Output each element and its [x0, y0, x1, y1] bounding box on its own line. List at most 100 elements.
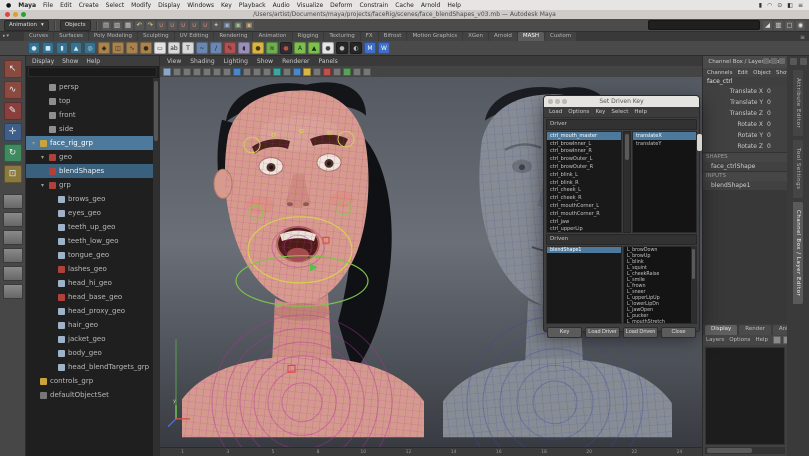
dialog-menu-load[interactable]: Load: [549, 109, 562, 115]
timeline-tick-16[interactable]: 16: [476, 450, 521, 455]
channel-box-menu-object[interactable]: Object: [753, 70, 771, 76]
timeline-tick-24[interactable]: 24: [657, 450, 702, 455]
outliner-menu-show[interactable]: Show: [62, 58, 78, 65]
move-tool[interactable]: ✛: [4, 123, 22, 141]
layer-menu-layers[interactable]: Layers: [706, 337, 724, 343]
layout-uv-persp[interactable]: [3, 284, 23, 299]
outliner-item-jacket_geo[interactable]: jacket_geo: [26, 332, 159, 346]
channel-attribute-row[interactable]: Translate Y0: [703, 97, 787, 108]
expander-icon[interactable]: ▾: [39, 154, 46, 161]
sculpt-tool-icon[interactable]: ◖: [238, 42, 250, 54]
layer-menu-options[interactable]: Options: [729, 337, 750, 343]
channel-attribute-value[interactable]: 0: [767, 99, 787, 106]
shelf-tab-fx[interactable]: FX: [361, 32, 378, 41]
outliner-item-tongue_geo[interactable]: tongue_geo: [26, 248, 159, 262]
quick-entry-field[interactable]: [648, 20, 760, 30]
dialog-title-bar[interactable]: Set Driven Key: [544, 96, 699, 107]
timeline-tick-22[interactable]: 22: [612, 450, 657, 455]
driven-list-scrollbar[interactable]: [691, 247, 696, 323]
grid-icon[interactable]: [233, 68, 241, 76]
gear-icon[interactable]: [800, 58, 807, 65]
xray-icon[interactable]: [353, 68, 361, 76]
outliner-item-head_base_geo[interactable]: head_base_geo: [26, 290, 159, 304]
channel-attribute-value[interactable]: 0: [767, 143, 787, 150]
arnold-render-icon[interactable]: A: [294, 42, 306, 54]
cube-icon[interactable]: ■: [42, 42, 54, 54]
timeline-tick-14[interactable]: 14: [431, 450, 476, 455]
timeline-tick-1[interactable]: 1: [160, 450, 205, 455]
driver-object-row[interactable]: ctrl_browOuter_R: [547, 163, 621, 171]
outliner-item-grp[interactable]: ▾grp: [26, 178, 159, 192]
shelf-tab-xgen[interactable]: XGen: [463, 32, 488, 41]
macbar-menu-create[interactable]: Create: [79, 2, 99, 9]
macbar-menu-arnold[interactable]: Arnold: [421, 2, 440, 9]
menu-set-dropdown[interactable]: Animation ▾: [4, 20, 49, 31]
shelf-tab-surfaces[interactable]: Surfaces: [54, 32, 88, 41]
driver-object-row[interactable]: ctrl_blink_R: [547, 179, 621, 187]
driver-object-row[interactable]: ctrl_browOuter_L: [547, 155, 621, 163]
channel-box-menu-channels[interactable]: Channels: [707, 70, 732, 76]
shelf-tab-custom[interactable]: Custom: [545, 32, 576, 41]
shaded-mode-icon[interactable]: [313, 68, 321, 76]
select-tool[interactable]: ↖: [4, 60, 22, 78]
soccer-ball-icon[interactable]: ●: [140, 42, 152, 54]
driver-object-row[interactable]: ctrl_blink_L: [547, 171, 621, 179]
channel-attribute-row[interactable]: Translate Z0: [703, 108, 787, 119]
redo-icon[interactable]: ↷: [146, 21, 155, 30]
use-all-lights-icon[interactable]: [333, 68, 341, 76]
outliner-item-brows_geo[interactable]: brows_geo: [26, 192, 159, 206]
plane-icon[interactable]: ▭: [154, 42, 166, 54]
save-scene-icon[interactable]: ▦: [124, 21, 133, 30]
layer-list[interactable]: [705, 347, 785, 445]
white-sphere-icon[interactable]: ●: [322, 42, 334, 54]
type-tool-icon[interactable]: T: [182, 42, 194, 54]
text-tool-icon[interactable]: ab: [168, 42, 180, 54]
shape-node-item[interactable]: face_ctrlShape: [703, 162, 787, 171]
cv-curve-icon[interactable]: ~: [196, 42, 208, 54]
channel-attribute-row[interactable]: Rotate Z0: [703, 141, 787, 152]
shelf-tab-mash[interactable]: MASH: [518, 32, 544, 41]
workspace-icon[interactable]: ▥: [774, 21, 783, 30]
apple-menu-icon[interactable]: ●: [6, 2, 11, 9]
channel-attribute-value[interactable]: 0: [767, 88, 787, 95]
shelf-tab-bifrost[interactable]: Bifrost: [379, 32, 407, 41]
driver-object-row[interactable]: ctrl_cheek_R: [547, 194, 621, 202]
macbar-menu-display[interactable]: Display: [158, 2, 180, 9]
xgen-icon[interactable]: ≋: [266, 42, 278, 54]
macbar-menu-key[interactable]: Key: [221, 2, 232, 9]
macbar-menu-playback[interactable]: Playback: [239, 2, 266, 9]
move-layer-up-icon[interactable]: [773, 336, 781, 344]
resolution-gate-icon[interactable]: [253, 68, 261, 76]
channel-box-object-name[interactable]: face_ctrl: [703, 77, 787, 86]
search-icon[interactable]: ⊙: [777, 2, 782, 9]
open-scene-icon[interactable]: ▧: [113, 21, 122, 30]
shelf-tab-uv-editing[interactable]: UV Editing: [175, 32, 214, 41]
outliner-item-head_proxy_geo[interactable]: head_proxy_geo: [26, 304, 159, 318]
outliner-item-teeth_low_geo[interactable]: teeth_low_geo: [26, 234, 159, 248]
pin-icon[interactable]: [763, 58, 769, 64]
dialog-menu-select[interactable]: Select: [611, 109, 628, 115]
shelf-tab-animation[interactable]: Animation: [253, 32, 291, 41]
macbar-menu-modify[interactable]: Modify: [131, 2, 151, 9]
viewport-menu-shading[interactable]: Shading: [190, 58, 214, 65]
shelf-tab-poly-modeling[interactable]: Poly Modeling: [89, 32, 137, 41]
driver-object-row[interactable]: ctrl_browInner_R: [547, 148, 621, 156]
field-chart-icon[interactable]: [273, 68, 281, 76]
snap-surface-icon[interactable]: ∪: [201, 21, 210, 30]
outliner-item-controls_grp[interactable]: controls_grp: [26, 374, 159, 388]
sidebar-tab-attribute-editor[interactable]: Attribute Editor: [793, 70, 803, 136]
dialog-menu-options[interactable]: Options: [568, 109, 589, 115]
paint-select-tool[interactable]: ✎: [4, 102, 22, 120]
film-gate-icon[interactable]: [243, 68, 251, 76]
outliner-item-side[interactable]: side: [26, 122, 159, 136]
macbar-menu-edit[interactable]: Edit: [60, 2, 72, 9]
cylinder-icon[interactable]: ▮: [56, 42, 68, 54]
timeline-tick-10[interactable]: 10: [341, 450, 386, 455]
timeline-tick-8[interactable]: 8: [296, 450, 341, 455]
layout-single-pane[interactable]: [3, 194, 23, 209]
layout-four-pane[interactable]: [3, 212, 23, 227]
layer-tab-render[interactable]: Render: [739, 325, 771, 335]
sphere-icon[interactable]: ●: [28, 42, 40, 54]
battery-icon[interactable]: ▮: [759, 2, 762, 9]
load-driver-button[interactable]: Load Driver: [585, 327, 620, 338]
